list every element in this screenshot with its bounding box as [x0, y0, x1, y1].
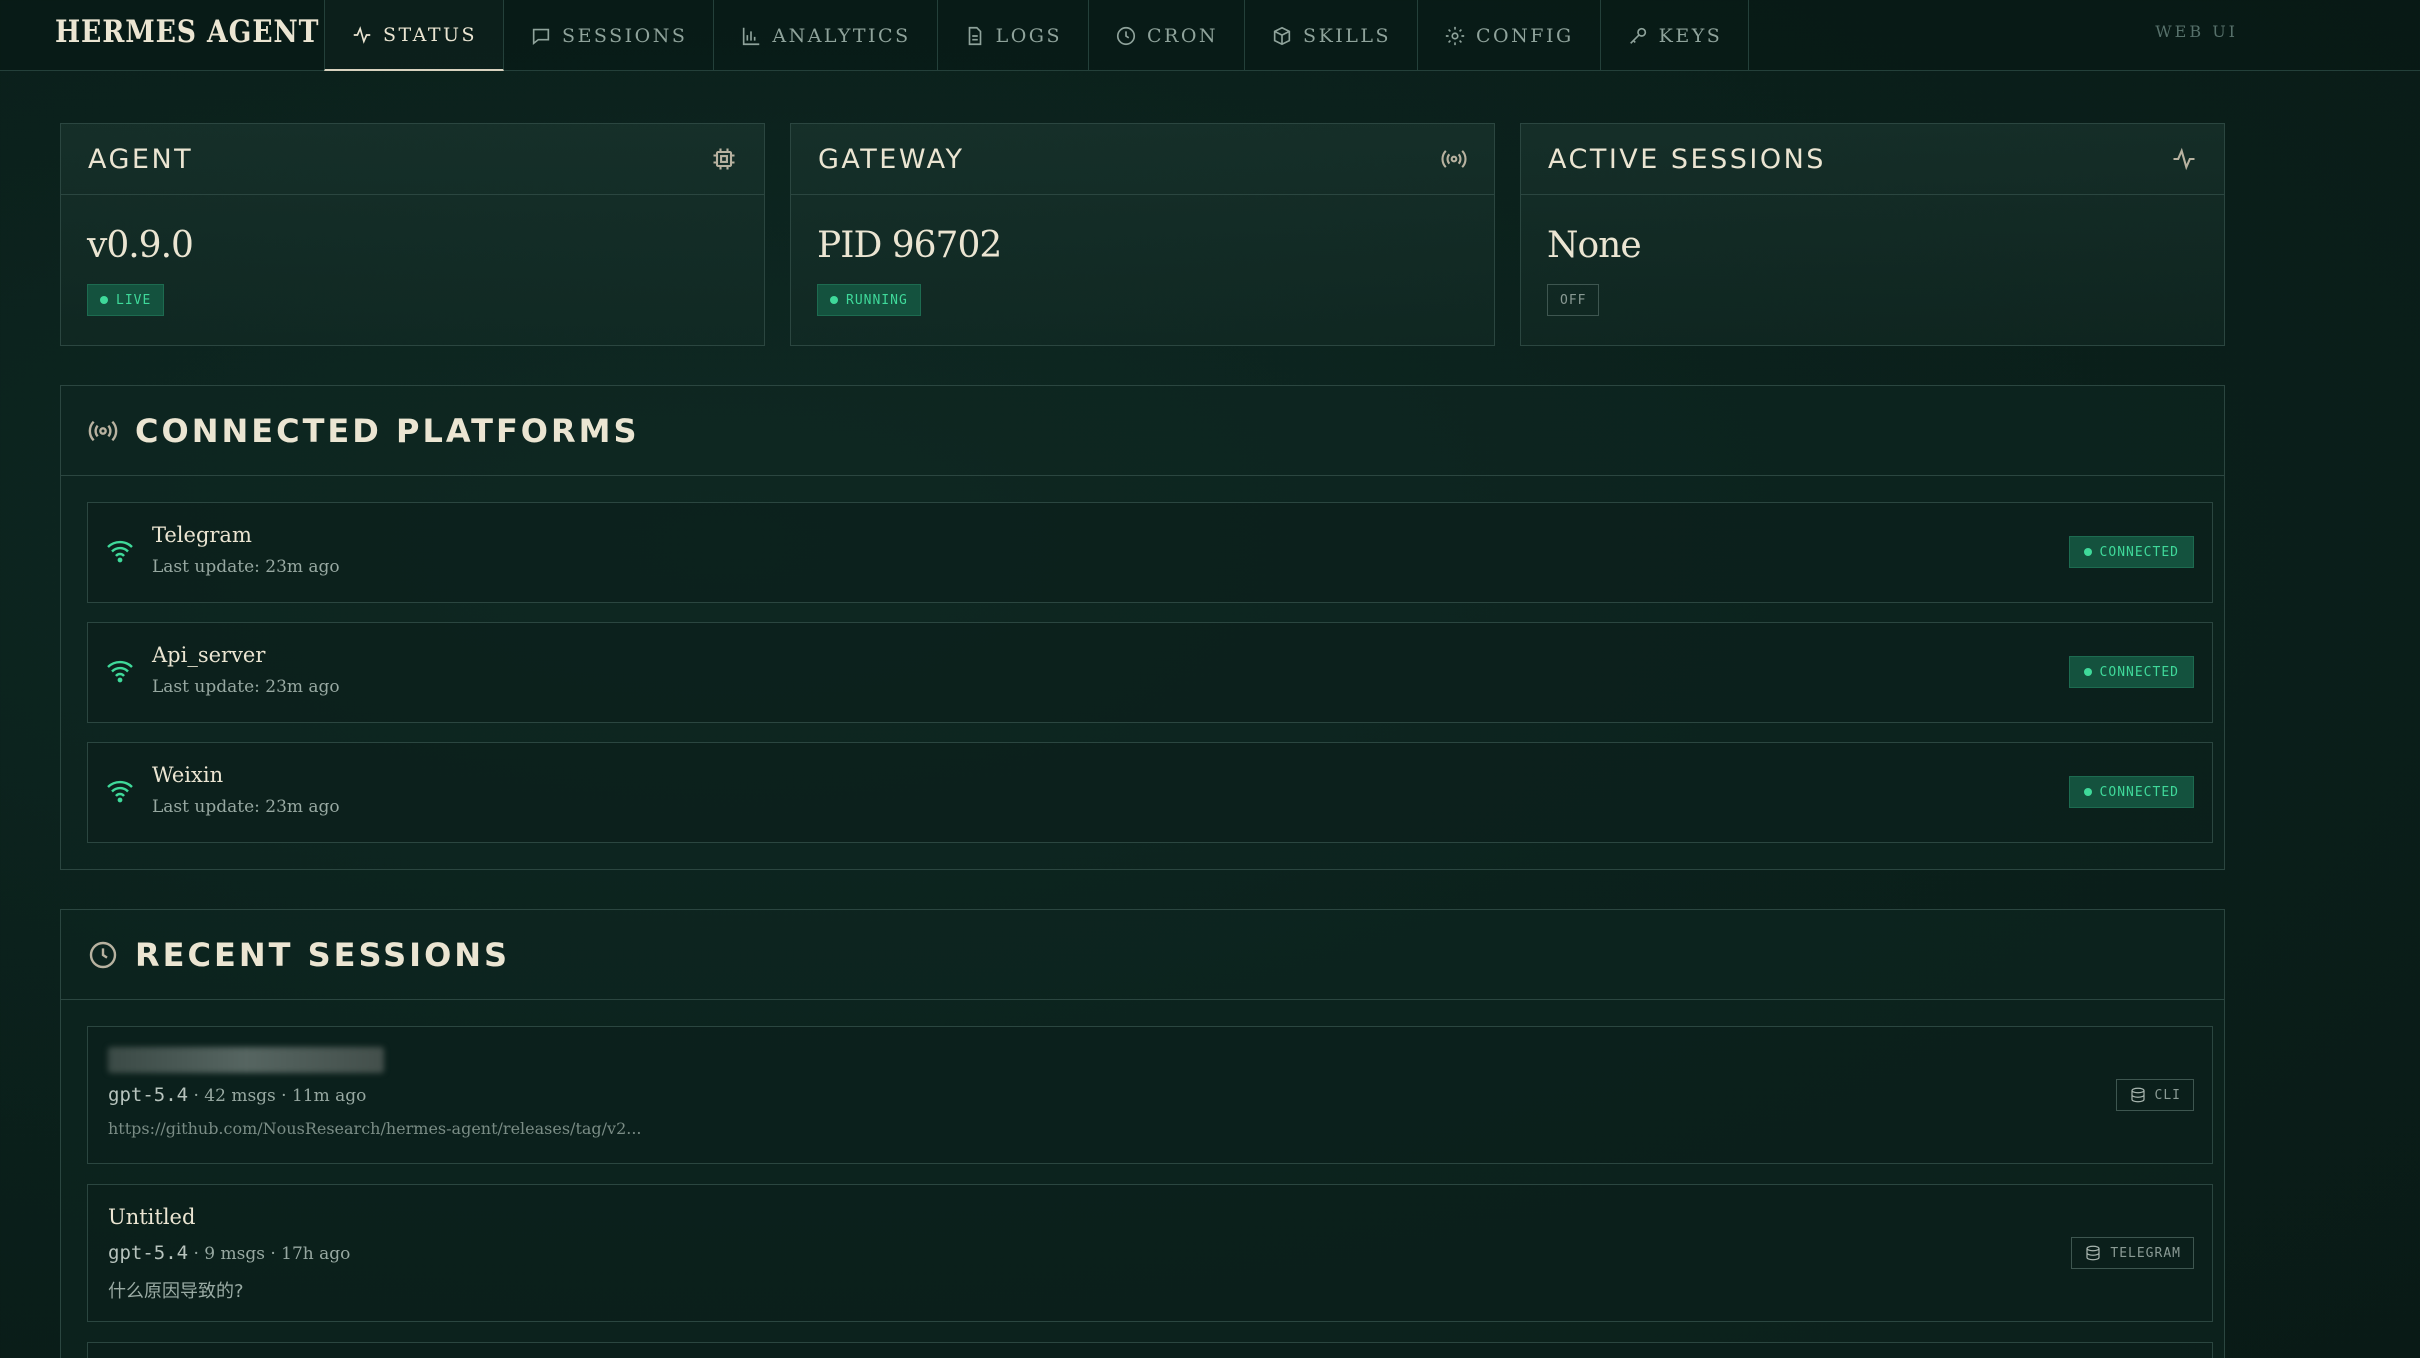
top-nav: HERMES AGENT STATUS SESSIONS ANALYTICS L…: [0, 0, 2420, 71]
session-meta: gpt-5.4 · 9 msgs · 17h ago: [108, 1242, 350, 1264]
active-sessions-card: ACTIVE SESSIONS None OFF: [1520, 123, 2225, 346]
status-badge: LIVE: [87, 284, 165, 316]
platform-name: Api_server: [152, 643, 266, 667]
redacted-session-title: [108, 1047, 384, 1073]
key-icon: [1629, 27, 1646, 44]
tab-keys[interactable]: KEYS: [1601, 0, 1750, 71]
tab-skills[interactable]: SKILLS: [1245, 0, 1419, 71]
status-dot: [2083, 548, 2092, 556]
tab-analytics[interactable]: ANALYTICS: [714, 0, 938, 71]
session-row[interactable]: gpt-5.4 · 42 msgs · 11m ago https://gith…: [87, 1026, 2213, 1164]
platform-name: Telegram: [152, 523, 252, 547]
tab-logs[interactable]: LOGS: [938, 0, 1089, 71]
web-ui-label: WEB UI: [2155, 22, 2238, 41]
clock-icon: [1116, 26, 1136, 45]
activity-icon: [2173, 147, 2195, 171]
badge-label: CLI: [2154, 1087, 2181, 1103]
status-badge: OFF: [1547, 284, 1600, 316]
gateway-pid: PID 96702: [817, 225, 1002, 266]
agent-card: AGENT v0.9.0 LIVE: [60, 123, 765, 346]
broadcast-icon: [88, 420, 118, 441]
section-header: RECENT SESSIONS: [61, 910, 2224, 1000]
tab-config[interactable]: CONFIG: [1418, 0, 1601, 71]
database-icon: [2130, 1087, 2145, 1103]
tab-label: SESSIONS: [562, 24, 688, 47]
badge-label: LIVE: [116, 292, 152, 308]
broadcast-icon: [1441, 150, 1467, 168]
wifi-icon: [107, 780, 133, 803]
active-sessions-card-header: ACTIVE SESSIONS: [1521, 124, 2224, 195]
gear-icon: [1445, 26, 1465, 45]
section-title: CONNECTED PLATFORMS: [135, 411, 640, 450]
connection-status-badge: CONNECTED: [2068, 536, 2194, 568]
agent-card-header: AGENT: [61, 124, 764, 195]
tab-label: CONFIG: [1476, 24, 1574, 47]
badge-label: RUNNING: [846, 292, 908, 308]
platform-last-update: Last update: 23m ago: [152, 677, 340, 697]
status-dot: [2083, 668, 2092, 676]
session-source-badge: CLI: [2115, 1079, 2194, 1111]
tab-label: CRON: [1147, 24, 1219, 47]
wifi-icon: [107, 540, 133, 563]
session-meta: gpt-5.4 · 42 msgs · 11m ago: [108, 1084, 366, 1106]
badge-label: CONNECTED: [2099, 784, 2179, 800]
active-sessions-value: None: [1547, 225, 1642, 266]
section-title: RECENT SESSIONS: [135, 935, 511, 974]
session-model: gpt-5.4: [108, 1242, 189, 1264]
tab-label: ANALYTICS: [772, 24, 911, 47]
session-title: Untitled: [108, 1205, 196, 1229]
tab-cron[interactable]: CRON: [1089, 0, 1246, 71]
platform-name: Weixin: [152, 763, 224, 787]
tab-label: STATUS: [383, 23, 478, 46]
brand-logo[interactable]: HERMES AGENT: [55, 12, 319, 52]
tab-label: SKILLS: [1303, 24, 1392, 47]
session-preview: https://github.com/NousResearch/hermes-a…: [108, 1119, 642, 1138]
status-dot: [100, 296, 108, 304]
bar-chart-icon: [743, 27, 760, 45]
session-model: gpt-5.4: [108, 1084, 189, 1106]
badge-label: CONNECTED: [2099, 664, 2179, 680]
recent-sessions-section: RECENT SESSIONS gpt-5.4 · 42 msgs · 11m …: [60, 909, 2225, 1358]
tab-label: KEYS: [1658, 24, 1723, 47]
platform-row[interactable]: Telegram Last update: 23m ago CONNECTED: [87, 502, 2213, 603]
platform-last-update: Last update: 23m ago: [152, 557, 340, 577]
badge-label: TELEGRAM: [2110, 1245, 2181, 1261]
connection-status-badge: CONNECTED: [2068, 776, 2194, 808]
tab-label: LOGS: [995, 24, 1062, 47]
tab-sessions[interactable]: SESSIONS: [504, 0, 715, 71]
platform-last-update: Last update: 23m ago: [152, 797, 340, 817]
card-title: ACTIVE SESSIONS: [1548, 143, 1826, 175]
wifi-icon: [107, 660, 133, 683]
package-icon: [1273, 26, 1291, 45]
activity-icon: [353, 25, 371, 44]
chat-icon: [532, 28, 550, 45]
nav-tabs: STATUS SESSIONS ANALYTICS LOGS CRON SKIL…: [324, 0, 1750, 71]
database-icon: [2086, 1245, 2100, 1261]
card-title: AGENT: [88, 143, 194, 175]
session-row[interactable]: [87, 1342, 2213, 1358]
gateway-card-header: GATEWAY: [791, 124, 1494, 195]
session-stats: · 9 msgs · 17h ago: [188, 1244, 351, 1264]
session-preview: 什么原因导致的?: [108, 1281, 244, 1302]
gateway-card: GATEWAY PID 96702 RUNNING: [790, 123, 1495, 346]
tab-status[interactable]: STATUS: [324, 0, 505, 71]
badge-label: CONNECTED: [2099, 544, 2179, 560]
session-row[interactable]: Untitled gpt-5.4 · 9 msgs · 17h ago 什么原因…: [87, 1184, 2213, 1322]
connection-status-badge: CONNECTED: [2068, 656, 2194, 688]
connected-platforms-section: CONNECTED PLATFORMS Telegram Last update…: [60, 385, 2225, 870]
section-header: CONNECTED PLATFORMS: [61, 386, 2224, 476]
cpu-icon: [713, 148, 735, 170]
file-icon: [968, 26, 981, 45]
platform-row[interactable]: Weixin Last update: 23m ago CONNECTED: [87, 742, 2213, 843]
card-title: GATEWAY: [818, 143, 965, 175]
platform-row[interactable]: Api_server Last update: 23m ago CONNECTE…: [87, 622, 2213, 723]
agent-version: v0.9.0: [87, 225, 194, 266]
badge-label: OFF: [1560, 292, 1587, 308]
session-stats: · 42 msgs · 11m ago: [188, 1086, 367, 1106]
clock-icon: [89, 941, 117, 968]
session-source-badge: TELEGRAM: [2071, 1237, 2194, 1269]
status-dot: [830, 296, 838, 304]
status-badge: RUNNING: [817, 284, 921, 316]
status-dot: [2083, 788, 2092, 796]
